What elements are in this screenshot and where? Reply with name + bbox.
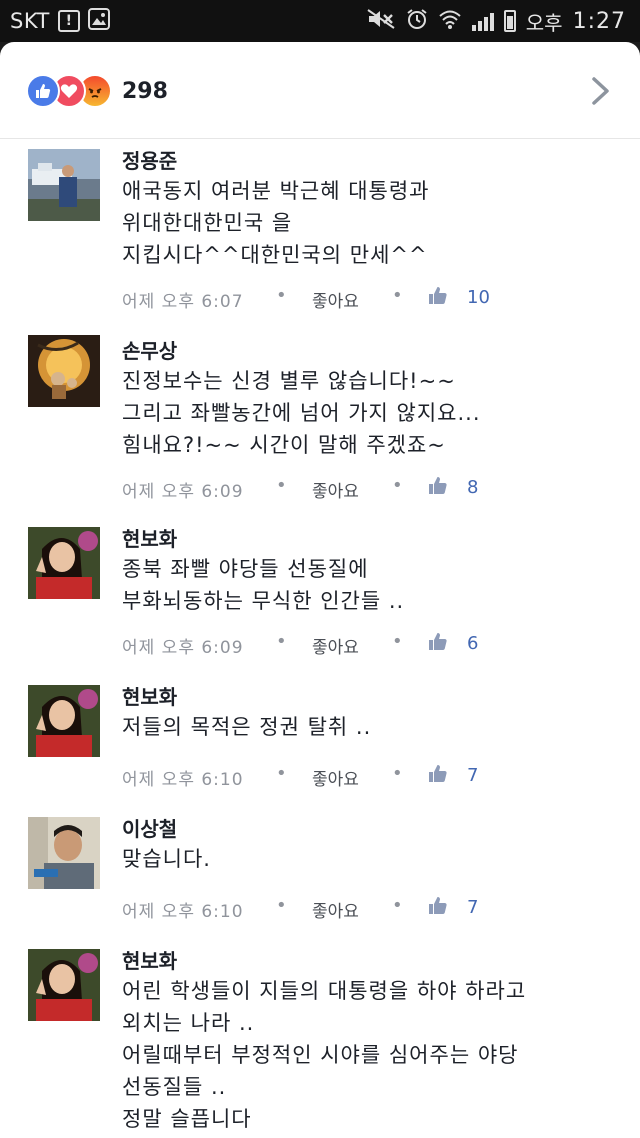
comment-text: 맞습니다.: [122, 843, 622, 875]
comment-meta: 어제 오후 6:10 • 좋아요 • 7: [122, 895, 602, 923]
clock-ampm: 오후: [525, 10, 563, 35]
thumbs-up-icon: [429, 477, 447, 494]
reaction-count: 298: [122, 78, 168, 104]
thumbs-up-icon: [429, 765, 447, 782]
avatar[interactable]: [28, 335, 100, 407]
avatar[interactable]: [28, 149, 100, 221]
comment-author[interactable]: 현보화: [122, 945, 177, 974]
comment-time: 어제 오후 6:09: [122, 638, 244, 658]
comment-author[interactable]: 현보화: [122, 681, 177, 710]
comment-author[interactable]: 현보화: [122, 523, 177, 552]
separator-dot: •: [392, 631, 403, 652]
comment-author[interactable]: 이상철: [122, 813, 177, 842]
signal-icon: [471, 11, 494, 31]
separator-dot: •: [276, 895, 287, 916]
status-bar: SKT ! 오후 1:27: [0, 0, 640, 42]
chevron-right-icon[interactable]: [590, 76, 612, 106]
comment-time: 어제 오후 6:10: [122, 770, 244, 790]
comment-text: 종북 좌빨 야당들 선동질에 부화뇌동하는 무식한 인간들 ..: [122, 553, 622, 617]
wifi-icon: [438, 8, 462, 34]
comment-line: 종북 좌빨 야당들 선동질에: [122, 557, 369, 581]
clock-time: 1:27: [572, 8, 626, 34]
comment-meta: 어제 오후 6:09 • 좋아요 • 8: [122, 475, 602, 503]
separator-dot: •: [276, 631, 287, 652]
like-button[interactable]: 좋아요: [312, 897, 359, 922]
comment-line: 그리고 좌빨농간에 넘어 가지 않지요...: [122, 401, 481, 425]
thumbs-up-icon: [429, 633, 447, 650]
battery-icon: [503, 10, 516, 32]
comment-time: 어제 오후 6:10: [122, 902, 244, 922]
mute-icon: [366, 8, 396, 34]
like-count: 7: [467, 897, 479, 918]
like-count: 8: [467, 477, 479, 498]
separator-dot: •: [392, 763, 403, 784]
comment-meta: 어제 오후 6:07 • 좋아요 • 10: [122, 285, 602, 313]
comment-line: 진정보수는 신경 별루 않습니다!~~: [122, 369, 456, 393]
comment-text: 어린 학생들이 지들의 대통령을 하야 하라고 외치는 나라 .. 어릴때부터 …: [122, 975, 622, 1135]
avatar[interactable]: [28, 685, 100, 757]
comment-text: 애국동지 여러분 박근혜 대통령과 위대한대한민국 을 지킵시다^^대한민국의 …: [122, 175, 622, 271]
comment-line: 선동질들 ..: [122, 1075, 227, 1099]
comment-line: 위대한대한민국 을: [122, 211, 293, 235]
like-button[interactable]: 좋아요: [312, 287, 359, 312]
comment-author[interactable]: 손무상: [122, 335, 177, 364]
thumbs-up-icon: [429, 287, 447, 304]
avatar[interactable]: [28, 949, 100, 1021]
comment-line: 맞습니다.: [122, 847, 211, 871]
like-count: 6: [467, 633, 479, 654]
separator-dot: •: [276, 285, 287, 306]
comment-author[interactable]: 정용준: [122, 145, 177, 174]
comment-time: 어제 오후 6:07: [122, 292, 244, 312]
alarm-icon: [406, 8, 428, 34]
separator-dot: •: [276, 475, 287, 496]
comments-sheet: 298 정용준 애국동지 여러분 박근혜 대통령과 위대한대한민국 을 지킵시다…: [0, 42, 640, 1138]
comment-line: 지킵시다^^대한민국의 만세^^: [122, 243, 428, 267]
avatar[interactable]: [28, 817, 100, 889]
comment-line: 애국동지 여러분 박근혜 대통령과: [122, 179, 430, 203]
comment-line: 정말 슬픕니다: [122, 1107, 252, 1131]
comment-line: 부화뇌동하는 무식한 인간들 ..: [122, 589, 405, 613]
comment-line: 저들의 목적은 정권 탈취 ..: [122, 715, 372, 739]
like-button[interactable]: 좋아요: [312, 765, 359, 790]
like-button[interactable]: 좋아요: [312, 633, 359, 658]
comment-meta: 어제 오후 6:09 • 좋아요 • 6: [122, 631, 602, 659]
like-count: 7: [467, 765, 479, 786]
gallery-icon: [87, 8, 110, 34]
comment-text: 진정보수는 신경 별루 않습니다!~~ 그리고 좌빨농간에 넘어 가지 않지요.…: [122, 365, 622, 461]
comment-line: 외치는 나라 ..: [122, 1011, 255, 1035]
separator-dot: •: [392, 285, 403, 306]
separator-dot: •: [392, 475, 403, 496]
like-icon: [26, 74, 60, 108]
thumbs-up-icon: [429, 897, 447, 914]
avatar[interactable]: [28, 527, 100, 599]
like-button[interactable]: 좋아요: [312, 477, 359, 502]
reactions-bar[interactable]: 298: [0, 42, 640, 139]
comment-line: 어릴때부터 부정적인 시야를 심어주는 야당: [122, 1043, 519, 1067]
comment-meta: 어제 오후 6:10 • 좋아요 • 7: [122, 763, 602, 791]
reactions-summary[interactable]: 298: [26, 74, 168, 108]
separator-dot: •: [392, 895, 403, 916]
carrier-label: SKT: [10, 9, 50, 33]
notification-alert-icon: !: [57, 10, 80, 32]
separator-dot: •: [276, 763, 287, 784]
comment-text: 저들의 목적은 정권 탈취 ..: [122, 711, 622, 743]
like-count: 10: [467, 287, 490, 308]
comment-line: 힘내요?!~~ 시간이 말해 주겠죠~: [122, 433, 446, 457]
comment-line: 어린 학생들이 지들의 대통령을 하야 하라고: [122, 979, 527, 1003]
comment-time: 어제 오후 6:09: [122, 482, 244, 502]
